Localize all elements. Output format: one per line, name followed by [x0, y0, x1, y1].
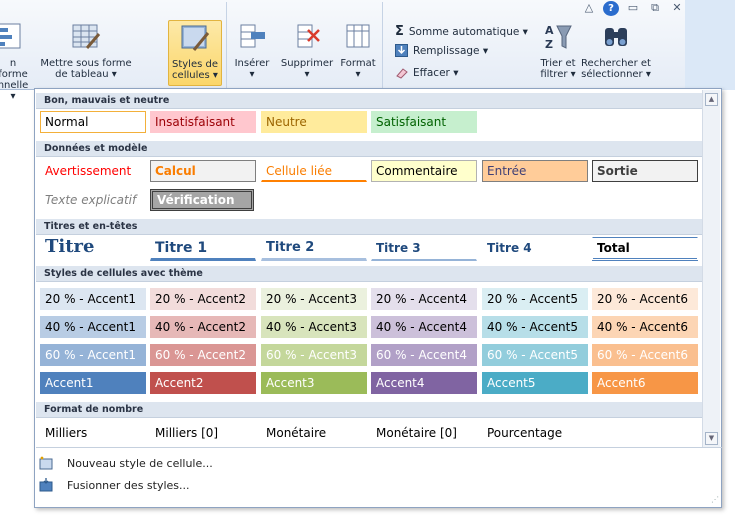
style-total[interactable]: Total	[592, 237, 698, 261]
style-accent1-60[interactable]: 60 % - Accent1	[40, 344, 146, 366]
style-explanatory[interactable]: Texte explicatif	[40, 189, 146, 211]
style-comma-0[interactable]: Milliers [0]	[150, 422, 256, 444]
find-select-button[interactable]: Rechercher et sélectionner ▾	[580, 22, 652, 80]
style-bad[interactable]: Insatisfaisant	[150, 111, 256, 133]
style-output[interactable]: Sortie	[592, 160, 698, 182]
merge-styles-icon	[39, 478, 53, 492]
section-header-number-format: Format de nombre	[36, 402, 702, 418]
style-calculation[interactable]: Calcul	[150, 160, 256, 182]
style-accent4-100[interactable]: Accent4	[371, 372, 477, 394]
clear-button[interactable]: Effacer ▾	[395, 66, 458, 79]
delete-button[interactable]: Supprimer ▾	[276, 22, 338, 80]
resize-grip-icon[interactable]: ⋰	[711, 495, 719, 504]
close-icon[interactable]: ✕	[669, 1, 685, 16]
style-accent3-40[interactable]: 40 % - Accent3	[261, 316, 367, 338]
style-heading-3[interactable]: Titre 3	[371, 237, 477, 261]
style-accent5-60[interactable]: 60 % - Accent5	[482, 344, 588, 366]
style-accent6-100[interactable]: Accent6	[592, 372, 698, 394]
conditional-format-icon	[0, 23, 21, 49]
new-cell-style-menu-item[interactable]: Nouveau style de cellule...	[39, 453, 213, 473]
style-warning[interactable]: Avertissement	[40, 160, 146, 182]
cell-styles-gallery: Bon, mauvais et neutre Normal Insatisfai…	[34, 88, 722, 508]
scroll-down-icon[interactable]: ▼	[705, 432, 718, 445]
style-accent1-20[interactable]: 20 % - Accent1	[40, 288, 146, 310]
svg-text:A: A	[545, 24, 554, 37]
style-accent3-100[interactable]: Accent3	[261, 372, 367, 394]
insert-cells-icon	[240, 24, 265, 48]
style-accent3-60[interactable]: 60 % - Accent3	[261, 344, 367, 366]
style-note[interactable]: Commentaire	[371, 160, 477, 182]
style-currency-0[interactable]: Monétaire [0]	[371, 422, 477, 444]
style-heading-1[interactable]: Titre 1	[150, 237, 256, 261]
style-accent2-60[interactable]: 60 % - Accent2	[150, 344, 256, 366]
gallery-scrollbar[interactable]: ▲ ▼	[702, 90, 720, 448]
format-as-table-button[interactable]: Mettre sous forme de tableau ▾	[40, 22, 132, 80]
merge-styles-menu-item[interactable]: Fusionner des styles...	[39, 475, 190, 495]
style-accent6-60[interactable]: 60 % - Accent6	[592, 344, 698, 366]
fill-button[interactable]: Remplissage ▾	[395, 44, 488, 57]
style-accent6-40[interactable]: 40 % - Accent6	[592, 316, 698, 338]
sort-filter-button[interactable]: A Z Trier et filtrer ▾	[536, 22, 580, 80]
style-accent4-60[interactable]: 60 % - Accent4	[371, 344, 477, 366]
section-header-theme-styles: Styles de cellules avec thème	[36, 266, 702, 282]
style-accent1-40[interactable]: 40 % - Accent1	[40, 316, 146, 338]
style-neutral[interactable]: Neutre	[261, 111, 367, 133]
style-normal[interactable]: Normal	[40, 111, 146, 133]
delete-cells-icon	[297, 24, 320, 48]
new-style-icon	[39, 456, 53, 470]
style-accent4-40[interactable]: 40 % - Accent4	[371, 316, 477, 338]
cell-styles-button[interactable]: Styles de cellules ▾	[168, 20, 222, 86]
style-heading-4[interactable]: Titre 4	[482, 237, 588, 261]
sigma-icon: Σ	[395, 24, 404, 39]
style-heading-2[interactable]: Titre 2	[261, 237, 367, 261]
section-header-good-bad-neutral: Bon, mauvais et neutre	[36, 93, 702, 109]
conditional-format-button[interactable]: n forme nnelle ▾	[0, 22, 30, 102]
help-icon[interactable]: ?	[603, 1, 619, 16]
style-check-cell[interactable]: Vérification	[150, 189, 254, 211]
style-accent2-100[interactable]: Accent2	[150, 372, 256, 394]
style-accent5-20[interactable]: 20 % - Accent5	[482, 288, 588, 310]
window-controls: △ ? ▭ ⧉ ✕	[581, 1, 685, 16]
fill-down-icon	[395, 44, 408, 57]
format-as-table-icon	[72, 24, 101, 49]
style-currency[interactable]: Monétaire	[261, 422, 367, 444]
format-cells-icon	[346, 24, 370, 48]
eraser-icon	[396, 68, 408, 79]
style-accent5-100[interactable]: Accent5	[482, 372, 588, 394]
style-good[interactable]: Satisfaisant	[371, 111, 477, 133]
scroll-up-icon[interactable]: ▲	[705, 93, 718, 106]
section-header-titles: Titres et en-têtes	[36, 219, 702, 235]
insert-button[interactable]: Insérer ▾	[230, 22, 274, 80]
style-accent5-40[interactable]: 40 % - Accent5	[482, 316, 588, 338]
sort-filter-icon: A Z	[545, 24, 572, 51]
binoculars-icon	[605, 28, 627, 46]
svg-text:Z: Z	[545, 38, 553, 51]
cell-styles-icon	[181, 25, 210, 51]
ribbon: △ ? ▭ ⧉ ✕ n forme nnelle ▾ Mettre sous f…	[0, 0, 735, 102]
style-accent1-100[interactable]: Accent1	[40, 372, 146, 394]
style-title[interactable]: Titre	[40, 235, 146, 261]
style-accent4-20[interactable]: 20 % - Accent4	[371, 288, 477, 310]
style-comma[interactable]: Milliers	[40, 422, 146, 444]
format-button[interactable]: Format ▾	[338, 22, 378, 80]
style-accent2-40[interactable]: 40 % - Accent2	[150, 316, 256, 338]
style-accent3-20[interactable]: 20 % - Accent3	[261, 288, 367, 310]
style-accent6-20[interactable]: 20 % - Accent6	[592, 288, 698, 310]
style-linked-cell[interactable]: Cellule liée	[261, 160, 367, 182]
section-header-data-model: Données et modèle	[36, 141, 702, 157]
restore-icon[interactable]: ⧉	[647, 1, 663, 16]
excel-window: △ ? ▭ ⧉ ✕ n forme nnelle ▾ Mettre sous f…	[0, 0, 735, 518]
style-percent[interactable]: Pourcentage	[482, 422, 588, 444]
minimize-icon[interactable]: ▭	[625, 1, 641, 16]
minimize-ribbon-icon[interactable]: △	[581, 1, 597, 16]
autosum-button[interactable]: Σ Somme automatique ▾	[395, 24, 528, 39]
style-accent2-20[interactable]: 20 % - Accent2	[150, 288, 256, 310]
style-input[interactable]: Entrée	[482, 160, 588, 182]
